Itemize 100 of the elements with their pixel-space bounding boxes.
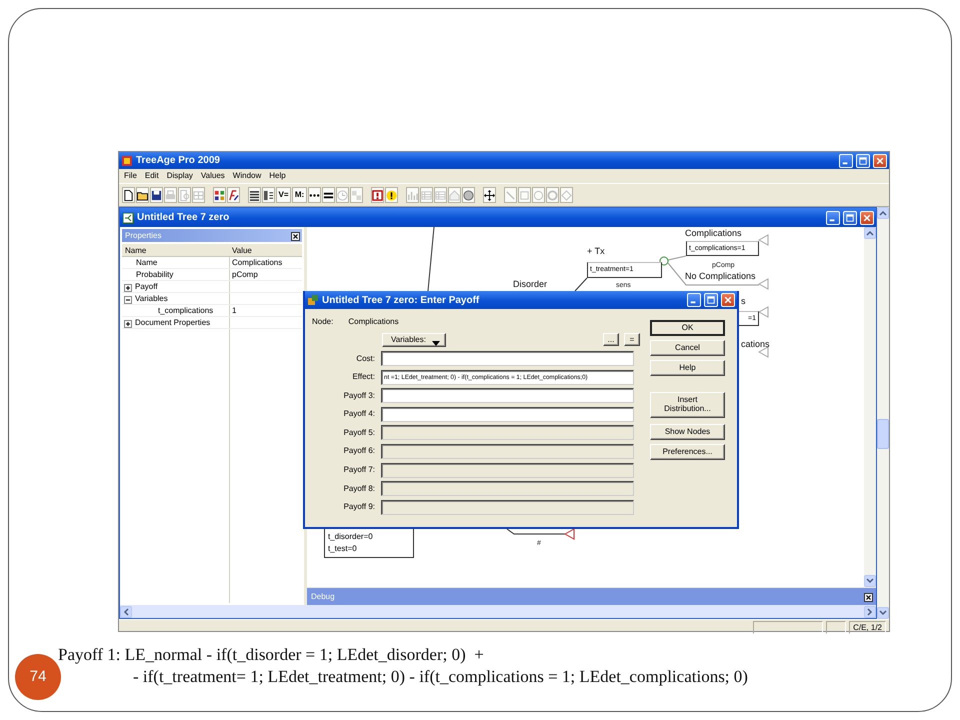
scroll-up-icon[interactable] <box>877 207 889 219</box>
menu-item[interactable]: Values <box>196 170 229 182</box>
menu-item[interactable]: Window <box>228 170 266 182</box>
minimize-icon[interactable] <box>826 210 840 224</box>
field-label: Payoff 4: <box>342 408 375 420</box>
scroll-down-icon[interactable] <box>877 607 889 619</box>
property-value: Complications <box>231 257 282 268</box>
folder-icon[interactable] <box>136 187 149 203</box>
property-name: Payoff <box>135 280 158 292</box>
property-name: Name <box>136 256 158 268</box>
panel-title: Properties <box>125 230 162 242</box>
dialog-app-icon <box>307 294 319 306</box>
dialog-button[interactable]: Cancel <box>650 340 725 356</box>
field-label: Payoff 6: <box>342 445 375 458</box>
move-icon[interactable] <box>483 187 496 203</box>
menu-item[interactable]: Edit <box>140 170 163 182</box>
chance-node-icon <box>660 256 668 266</box>
column-header: Name <box>125 244 146 256</box>
terminal-node-icon <box>758 278 768 290</box>
toolbar-button[interactable]: V= <box>276 187 291 203</box>
field-label: Payoff 5: <box>342 426 375 439</box>
branch-line <box>428 227 434 292</box>
property-name: Document Properties <box>135 316 210 328</box>
payoff-field[interactable] <box>381 388 634 404</box>
dialog-button[interactable]: OK <box>650 320 725 336</box>
maximize-icon[interactable] <box>843 210 857 224</box>
function-icon[interactable] <box>227 187 240 203</box>
scroll-left-icon[interactable] <box>120 606 132 618</box>
node-name: Complications <box>348 316 399 328</box>
branch-line <box>668 256 686 260</box>
status-cell <box>753 621 824 634</box>
field-label: Payoff 3: <box>342 390 375 402</box>
property-name: Probability <box>136 268 174 280</box>
field-label: Cost: <box>355 352 375 364</box>
field-label: Payoff 7: <box>342 464 375 476</box>
caption-line: Payoff 1: LE_normal - if(t_disorder = 1; LEdet_disorder; 0) + <box>58 644 485 666</box>
scroll-up-icon[interactable] <box>864 227 876 239</box>
help-icon[interactable] <box>371 187 384 203</box>
property-value: pComp <box>231 269 258 280</box>
scroll-thumb[interactable] <box>877 419 889 449</box>
branch-label: Disorder <box>513 279 548 290</box>
terminal-node-icon <box>758 306 768 318</box>
list-icon[interactable] <box>262 187 275 203</box>
branch-label: Complications <box>685 228 742 239</box>
close-icon[interactable] <box>864 592 873 602</box>
terminal-node-icon <box>564 528 574 540</box>
floppy-disk-icon[interactable] <box>150 187 163 203</box>
field-label: Payoff 8: <box>342 482 375 495</box>
field-label: Payoff 9: <box>342 501 375 514</box>
tree-document-icon <box>122 212 134 224</box>
column-header: Value <box>231 245 252 256</box>
dialog-button[interactable]: Help <box>650 360 725 376</box>
scroll-right-icon[interactable] <box>864 606 876 618</box>
small-button[interactable]: ... <box>603 333 619 346</box>
tree-app-icon <box>121 154 133 166</box>
branch-line <box>574 278 588 292</box>
collapse-icon[interactable] <box>124 294 132 302</box>
expand-icon[interactable] <box>124 318 132 326</box>
dialog-button[interactable]: Preferences... <box>650 444 725 460</box>
blank-page-icon[interactable] <box>122 187 135 203</box>
warning-icon[interactable] <box>385 187 398 203</box>
small-button[interactable]: = <box>624 333 640 346</box>
field-label: Node: <box>312 316 334 328</box>
menu-item[interactable]: Display <box>162 170 197 182</box>
branch-label: + Tx <box>587 246 605 257</box>
caption-line: - if(t_treatment= 1; LEdet_treatment; 0) - if(t_complications = 1; LEdet_complications; 0) <box>133 666 749 688</box>
branch-line <box>506 528 566 534</box>
toolbar-button[interactable]: M: <box>292 187 307 203</box>
document-title: Untitled Tree 7 zero <box>137 211 230 225</box>
colored-squares-icon[interactable] <box>213 187 226 203</box>
terminal-node-icon <box>758 234 768 246</box>
dialog-button[interactable]: Show Nodes <box>650 424 725 440</box>
stacked-lines-icon[interactable] <box>248 187 261 203</box>
terminal-node-icon <box>758 346 768 358</box>
dialog-button[interactable]: Insert Distribution... <box>650 392 725 418</box>
status-text: C/E, 1/2 <box>849 621 886 634</box>
payoff-field[interactable] <box>381 406 634 422</box>
maximize-icon[interactable] <box>856 154 870 168</box>
close-icon[interactable] <box>291 231 300 240</box>
menu-item[interactable]: File <box>120 170 141 182</box>
branch-label: s <box>741 296 746 307</box>
property-name: t_complications <box>158 304 214 316</box>
window-title: TreeAge Pro 2009 <box>136 154 220 168</box>
variable-assignment: t_test=0 <box>328 543 358 555</box>
dialog-title: Untitled Tree 7 zero: Enter Payoff <box>322 294 480 308</box>
minimize-icon[interactable] <box>687 293 701 307</box>
expand-icon[interactable] <box>124 282 132 290</box>
equals-icon[interactable] <box>322 187 335 203</box>
sphere-icon[interactable] <box>462 187 475 203</box>
branch-label: No Complications <box>685 271 756 282</box>
ellipsis-icon[interactable] <box>308 187 321 203</box>
minimize-icon[interactable] <box>839 154 853 168</box>
variables-dropdown[interactable]: Variables: <box>382 333 446 347</box>
payoff-field[interactable] <box>381 351 634 366</box>
property-value: 1 <box>231 305 236 316</box>
panel-title: Debug <box>311 590 335 603</box>
menu-item[interactable]: Help <box>265 170 290 182</box>
property-name: Variables <box>135 292 168 304</box>
maximize-icon[interactable] <box>704 293 718 307</box>
scroll-down-icon[interactable] <box>864 575 876 588</box>
